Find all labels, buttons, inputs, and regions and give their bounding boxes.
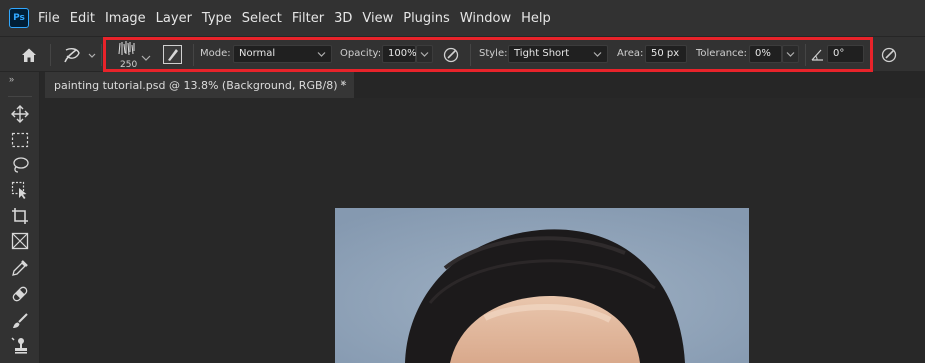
eyedropper-tool[interactable]: [9, 257, 31, 279]
collapse-panel-button[interactable]: »: [9, 74, 14, 84]
separator: [8, 96, 32, 97]
home-icon[interactable]: [20, 46, 38, 64]
rectangular-marquee-tool[interactable]: [9, 129, 31, 151]
menu-file[interactable]: File: [38, 11, 60, 26]
frame-tool[interactable]: [9, 230, 31, 252]
object-selection-icon: [11, 181, 27, 199]
document-tab[interactable]: painting tutorial.psd @ 13.8% (Backgroun…: [45, 72, 355, 98]
crop-icon: [12, 208, 28, 224]
move-tool[interactable]: [9, 103, 31, 125]
menu-type[interactable]: Type: [202, 11, 232, 26]
highlight-box: [103, 37, 873, 72]
menu-3d[interactable]: 3D: [334, 11, 352, 26]
crop-tool[interactable]: [9, 205, 31, 227]
menu-layer[interactable]: Layer: [156, 11, 192, 26]
lasso-icon: [13, 157, 29, 173]
brush-icon: [13, 313, 28, 328]
menu-window[interactable]: Window: [460, 11, 511, 26]
lasso-tool[interactable]: [9, 154, 31, 176]
menu-bar: Ps File Edit Image Layer Type Select Fil…: [0, 0, 925, 36]
menu-plugins[interactable]: Plugins: [403, 11, 450, 26]
menu-select[interactable]: Select: [242, 11, 282, 26]
marquee-icon: [11, 132, 29, 148]
menu-image[interactable]: Image: [105, 11, 146, 26]
spot-healing-brush-tool[interactable]: [9, 283, 31, 305]
portrait-photo: [335, 208, 749, 363]
art-history-brush-icon: [64, 48, 96, 63]
tool-preset-picker[interactable]: [62, 45, 98, 65]
stamp-icon: [11, 337, 27, 354]
menu-edit[interactable]: Edit: [70, 11, 95, 26]
bandage-icon: [12, 286, 28, 302]
tools-panel: »: [0, 72, 40, 363]
photoshop-logo[interactable]: Ps: [9, 8, 29, 28]
object-selection-tool[interactable]: [9, 179, 31, 201]
menu-help[interactable]: Help: [521, 11, 551, 26]
document-canvas-image[interactable]: [335, 208, 749, 363]
separator: [101, 44, 102, 66]
brush-tool[interactable]: [9, 310, 31, 332]
frame-icon: [11, 232, 29, 250]
clone-stamp-tool[interactable]: [9, 335, 31, 357]
document-tab-title: painting tutorial.psd @ 13.8% (Backgroun…: [54, 78, 347, 92]
menu-view[interactable]: View: [362, 11, 393, 26]
pressure-pen-icon: [881, 47, 897, 63]
document-tab-bar: painting tutorial.psd @ 13.8% (Backgroun…: [45, 72, 925, 98]
close-tab-icon[interactable]: ×: [340, 78, 346, 89]
eyedropper-icon: [12, 260, 28, 276]
menu-filter[interactable]: Filter: [292, 11, 324, 26]
move-icon: [11, 105, 29, 123]
separator: [50, 44, 51, 66]
pressure-size-button[interactable]: [879, 45, 899, 65]
